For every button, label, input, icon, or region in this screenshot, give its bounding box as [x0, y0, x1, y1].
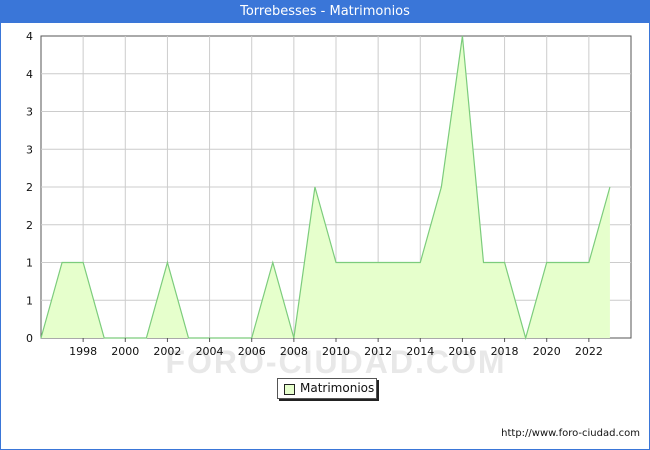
x-tick-label: 2020 — [533, 345, 561, 358]
y-tick-label: 3 — [26, 143, 33, 156]
y-tick-label: 2 — [26, 219, 33, 232]
source-url: http://www.foro-ciudad.com — [501, 428, 640, 439]
x-tick-label: 2010 — [322, 345, 350, 358]
y-axis: 0 1 1 2 2 3 3 4 4 — [26, 30, 33, 345]
x-tick-label: 2012 — [364, 345, 392, 358]
legend-label: Matrimonios — [300, 381, 375, 395]
y-tick-label: 4 — [26, 68, 33, 81]
y-tick-label: 0 — [26, 332, 33, 345]
x-tick-label: 2018 — [491, 345, 519, 358]
x-tick-label: 2016 — [448, 345, 476, 358]
legend-swatch — [284, 384, 295, 395]
chart-window: Torrebesses - Matrimonios FORO-CIUDAD.CO… — [0, 0, 650, 450]
x-tick-label: 2006 — [238, 345, 266, 358]
y-tick-label: 4 — [26, 30, 33, 43]
y-tick-label: 3 — [26, 106, 33, 119]
x-tick-label: 2008 — [280, 345, 308, 358]
y-tick-label: 1 — [26, 294, 33, 307]
x-tick-label: 1998 — [69, 345, 97, 358]
legend: Matrimonios — [277, 378, 377, 399]
y-tick-label: 1 — [26, 257, 33, 270]
x-tick-label: 2014 — [406, 345, 434, 358]
x-tick-label: 2000 — [111, 345, 139, 358]
x-tick-label: 2002 — [153, 345, 181, 358]
x-tick-label: 2004 — [196, 345, 224, 358]
x-tick-label: 2022 — [575, 345, 603, 358]
x-axis: 1998 2000 2002 2004 2006 2008 2010 2012 2014 2016… — [69, 338, 603, 358]
y-tick-label: 2 — [26, 181, 33, 194]
